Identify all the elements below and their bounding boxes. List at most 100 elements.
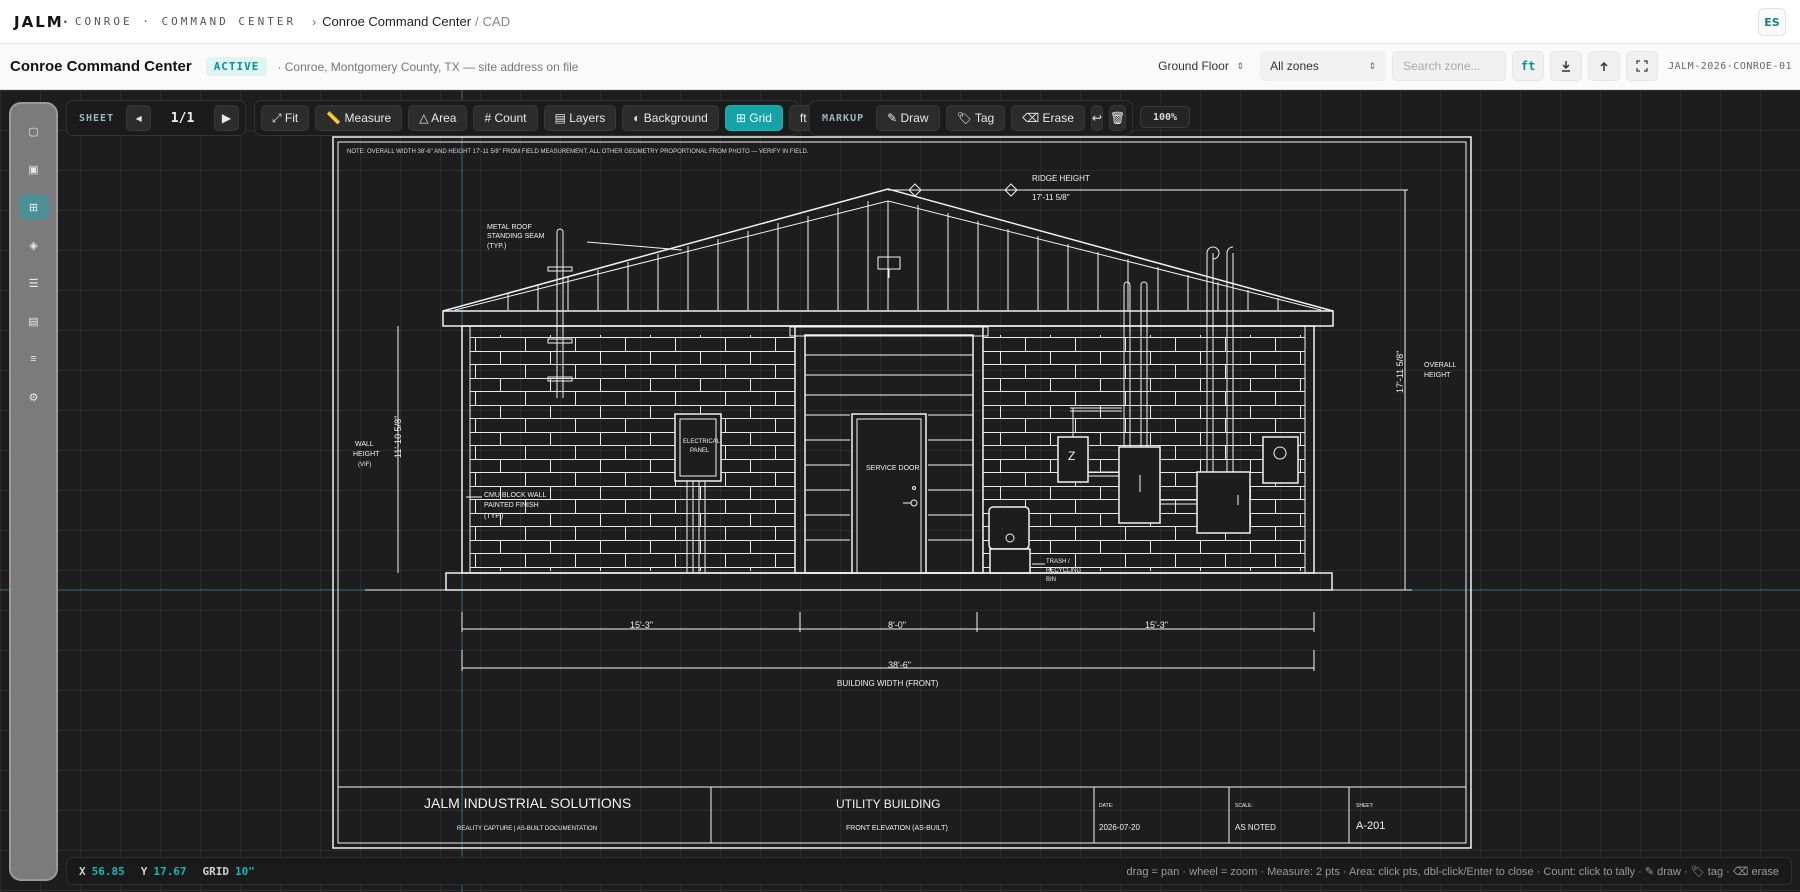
cmu-label-3: (TYP.) <box>484 513 503 520</box>
drawing-note: NOTE: OVERALL WIDTH 38'-6" AND HEIGHT 17… <box>347 149 809 155</box>
updown-chevron-icon: ⇕ <box>1236 60 1245 71</box>
breadcrumb-chevron-icon: › <box>312 14 317 29</box>
delete-button[interactable]: 🗑 <box>1108 105 1127 131</box>
draw-button[interactable]: ✎ Draw <box>876 105 940 131</box>
help-hint: drag = pan · wheel = zoom · Measure: 2 p… <box>1126 865 1779 878</box>
floor-select-value: Ground Floor <box>1158 59 1229 73</box>
page-title: Conroe Command Center <box>10 58 192 75</box>
user-avatar[interactable]: ES <box>1758 8 1786 36</box>
bin-label-3: BIN <box>1046 577 1056 583</box>
rail-notes-tool[interactable]: ≡ <box>19 346 49 372</box>
dim-left: 15'-3" <box>630 620 653 630</box>
status-bar: X 56.85 Y 17.67 GRID 10" drag = pan · wh… <box>66 857 1792 885</box>
pipe-bracket-1 <box>547 266 573 272</box>
tools-toolbar: ⤢ Fit 📏 Measure △ Area # Count ▤ Layers … <box>254 100 845 136</box>
trash-bin <box>988 506 1030 550</box>
grid-button[interactable]: ⊞ Grid <box>724 105 783 131</box>
brand-dot: • <box>63 16 67 27</box>
layers-button[interactable]: ▤ Layers <box>543 105 617 131</box>
markup-label: MARKUP <box>822 112 865 124</box>
title-block-date-label: DATE: <box>1099 803 1113 809</box>
fullscreen-icon <box>1636 60 1648 72</box>
title-block-project: UTILITY BUILDING <box>836 797 940 811</box>
rail-list-tool[interactable]: ☰ <box>19 270 49 296</box>
foundation-slab <box>445 572 1333 591</box>
sheet-toolbar: SHEET ◂ 1/1 ▶ <box>66 100 246 136</box>
grid-size-label: GRID <box>202 864 230 878</box>
brand-logo[interactable]: JALM <box>14 13 64 31</box>
grid-size-value: 10" <box>235 864 255 878</box>
title-block-project-sub: FRONT ELEVATION (AS-BUILT) <box>846 825 948 832</box>
zones-select[interactable]: All zones ⇕ <box>1260 51 1387 81</box>
count-button[interactable]: # Count <box>473 105 538 131</box>
fullscreen-button[interactable] <box>1626 51 1659 81</box>
sheet-label: SHEET <box>79 112 115 124</box>
electrical-panel-label-2: PANEL <box>690 448 710 454</box>
title-block-sheet: A-201 <box>1356 820 1385 832</box>
rail-sheets-tool[interactable]: ▣ <box>19 156 49 182</box>
top-nav: JALM • CONROE · COMMAND CENTER › Conroe … <box>0 0 1800 44</box>
bin-label-2: RECYCLING <box>1046 568 1081 574</box>
play-icon: ▶ <box>221 111 232 125</box>
gear-icon: ⚙ <box>28 391 39 404</box>
diamond-icon: ◈ <box>29 239 38 252</box>
prev-sheet-button[interactable]: ◂ <box>126 105 152 131</box>
brick-left <box>470 335 795 571</box>
rail-grid-tool[interactable]: ⊞ <box>18 194 49 220</box>
measure-button[interactable]: 📏 Measure <box>315 105 403 131</box>
upload-button[interactable] <box>1588 51 1621 81</box>
x-coord-value: 56.85 <box>91 864 125 878</box>
erase-button[interactable]: ⌫ Erase <box>1011 105 1085 131</box>
rail-point-tool[interactable]: ◈ <box>19 232 49 258</box>
roof-callout-3: (TYP.) <box>487 243 506 250</box>
wall-height-label-1: WALL <box>355 441 374 448</box>
roof-seams <box>507 201 1279 310</box>
hvac-box <box>1262 436 1299 484</box>
y-coord-label: Y <box>140 864 148 878</box>
search-zone-input[interactable] <box>1392 51 1507 81</box>
grid-icon: ⊞ <box>28 201 39 214</box>
roof-fascia <box>442 310 1334 327</box>
zoom-level[interactable]: 100% <box>1140 106 1190 128</box>
prev-arrow-icon: ◂ <box>135 111 142 125</box>
download-button[interactable] <box>1550 51 1583 81</box>
electrical-panel-label-1: ELECTRICAL <box>683 439 721 445</box>
floor-select[interactable]: Ground Floor ⇕ <box>1148 51 1254 81</box>
wall-height-dim: 11'-10 5/8" <box>393 416 403 458</box>
title-block-scale-label: SCALE: <box>1235 803 1253 809</box>
unit-toggle-button[interactable]: ft <box>1512 51 1545 81</box>
fit-button[interactable]: ⤢ Fit <box>261 105 310 131</box>
service-door-label: SERVICE DOOR <box>866 465 920 472</box>
service-door <box>851 413 927 574</box>
title-block-date: 2026-07-20 <box>1099 823 1140 832</box>
building-width-label: BUILDING WIDTH (FRONT) <box>837 679 939 688</box>
sheet-icon: ▣ <box>28 163 39 176</box>
tag-button[interactable]: 🏷 Tag <box>945 105 1006 131</box>
zones-select-value: All zones <box>1270 59 1319 73</box>
overall-height-label-2: HEIGHT <box>1424 372 1451 379</box>
wall-height-label-3: (VIF) <box>358 462 371 468</box>
junction-box <box>1196 471 1251 534</box>
background-button[interactable]: ◐ Background <box>622 105 719 131</box>
elevation-drawing: NOTE: OVERALL WIDTH 38'-6" AND HEIGHT 17… <box>0 90 1800 892</box>
next-sheet-button[interactable]: ▶ <box>214 105 239 131</box>
notes-icon: ≡ <box>30 353 37 365</box>
breadcrumb-current: CAD <box>482 14 511 29</box>
cad-canvas[interactable]: NOTE: OVERALL WIDTH 38'-6" AND HEIGHT 17… <box>0 90 1800 892</box>
project-location: · Conroe, Montgomery County, TX — site a… <box>277 59 579 74</box>
dim-total: 38'-6" <box>888 660 911 670</box>
dim-mid: 8'-0" <box>888 620 906 630</box>
title-block-sheet-label: SHEET: <box>1356 803 1374 809</box>
breadcrumb-project[interactable]: Conroe Command Center <box>322 14 471 29</box>
ridge-height-label: RIDGE HEIGHT <box>1032 174 1090 183</box>
rail-settings-tool[interactable]: ⚙ <box>19 384 49 410</box>
rail-photo-tool[interactable]: ▤ <box>19 308 49 334</box>
ridge-height-dim: 17'-11 5/8" <box>1032 193 1070 202</box>
meter-letter: Z <box>1068 449 1075 463</box>
rail-select-tool[interactable]: ▢ <box>19 118 49 144</box>
area-button[interactable]: △ Area <box>408 105 468 131</box>
brand-subtitle: CONROE · COMMAND CENTER <box>74 15 297 28</box>
title-block-company-sub: REALITY CAPTURE | AS-BUILT DOCUMENTATION <box>457 826 597 832</box>
breadcrumb-separator: / <box>475 14 479 29</box>
undo-button[interactable]: ↩ <box>1090 105 1103 131</box>
